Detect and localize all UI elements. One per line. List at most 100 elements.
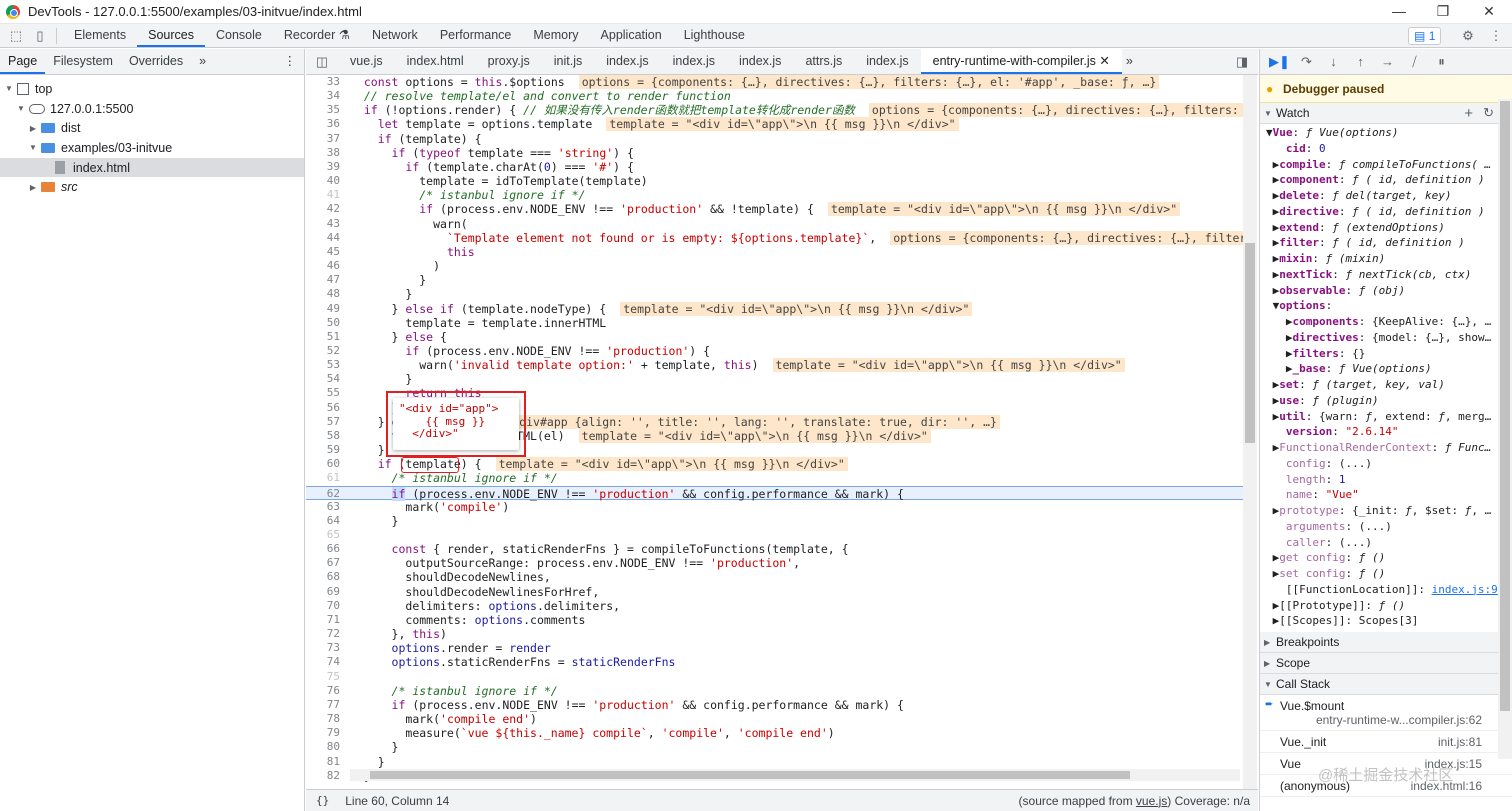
line-number[interactable]: 36 xyxy=(306,117,346,131)
code-line[interactable]: 69 shouldDecodeNewlinesForHref, xyxy=(306,585,1243,599)
line-number[interactable]: 40 xyxy=(306,174,346,188)
file-tab[interactable]: init.js xyxy=(542,49,594,74)
code-line[interactable]: 36 let template = options.template templa… xyxy=(306,117,1243,132)
watch-entry[interactable]: ▶[[Scopes]]: Scopes[3] xyxy=(1266,613,1512,629)
watch-entry[interactable]: length: 1 xyxy=(1266,472,1512,488)
line-number[interactable]: 56 xyxy=(306,401,346,415)
line-number[interactable]: 82 xyxy=(306,769,346,783)
watch-entry[interactable]: ▶filter: ƒ ( id, definition ) xyxy=(1266,235,1512,251)
more-options-icon[interactable]: ⋮ xyxy=(1486,26,1506,46)
line-number[interactable]: 78 xyxy=(306,712,346,726)
issues-badge[interactable]: ▤ 1 xyxy=(1408,27,1442,45)
watch-entry[interactable]: ▼Vue: ƒ Vue(options) xyxy=(1266,125,1512,141)
line-number[interactable]: 69 xyxy=(306,585,346,599)
code-line[interactable]: 66 const { render, staticRenderFns } = c… xyxy=(306,542,1243,556)
file-tab[interactable]: proxy.js xyxy=(476,49,542,74)
code-line[interactable]: 37 if (template) { xyxy=(306,132,1243,146)
line-number[interactable]: 33 xyxy=(306,75,346,89)
tab-sources[interactable]: Sources xyxy=(137,24,205,47)
tab-page[interactable]: Page xyxy=(0,49,46,74)
breakpoints-section-header[interactable]: ▶ Breakpoints xyxy=(1260,632,1512,653)
line-number[interactable]: 45 xyxy=(306,245,346,259)
code-line[interactable]: 34 // resolve template/el and convert to… xyxy=(306,89,1243,103)
line-number[interactable]: 77 xyxy=(306,698,346,712)
code-line[interactable]: 62 if (process.env.NODE_ENV !== 'product… xyxy=(306,485,1243,501)
editor-vertical-scrollbar[interactable] xyxy=(1243,75,1257,797)
code-line[interactable]: 44 `Template element not found or is emp… xyxy=(306,230,1243,245)
code-line[interactable]: 70 delimiters: options.delimiters, xyxy=(306,599,1243,613)
watch-entry[interactable]: version: "2.6.14" xyxy=(1266,424,1512,440)
scroll-thumb[interactable] xyxy=(370,771,1130,779)
code-line[interactable]: 68 shouldDecodeNewlines, xyxy=(306,570,1243,584)
close-tab-icon[interactable]: ✕ xyxy=(1099,54,1109,68)
line-number[interactable]: 51 xyxy=(306,330,346,344)
tab-network[interactable]: Network xyxy=(361,24,429,47)
code-line[interactable]: 46 ) xyxy=(306,259,1243,273)
line-number[interactable]: 62 xyxy=(306,487,346,500)
step-into-icon[interactable]: ↓ xyxy=(1320,54,1347,69)
line-number[interactable]: 58 xyxy=(306,429,346,443)
watch-entry[interactable]: ▶directive: ƒ ( id, definition ) xyxy=(1266,204,1512,220)
watch-tree[interactable]: ▼Vue: ƒ Vue(options) cid: 0 ▶compile: ƒ … xyxy=(1260,124,1512,629)
code-line[interactable]: 42 if (process.env.NODE_ENV !== 'product… xyxy=(306,202,1243,217)
watch-entry[interactable]: ▶extend: ƒ (extendOptions) xyxy=(1266,220,1512,236)
line-number[interactable]: 76 xyxy=(306,684,346,698)
tree-item-examples[interactable]: ▼ examples/03-initvue xyxy=(0,138,304,158)
tree-item-top[interactable]: ▼ top xyxy=(0,79,304,99)
watch-section-header[interactable]: ▼ Watch + ↻ xyxy=(1260,103,1512,124)
tree-item-index-html[interactable]: index.html xyxy=(0,157,304,178)
tree-item-dist[interactable]: ▶ dist xyxy=(0,118,304,138)
tab-application[interactable]: Application xyxy=(590,24,673,47)
line-number[interactable]: 35 xyxy=(306,103,346,117)
line-number[interactable]: 68 xyxy=(306,570,346,584)
line-number[interactable]: 75 xyxy=(306,670,346,684)
scope-section-header[interactable]: ▶ Scope xyxy=(1260,653,1512,674)
toggle-navigator-icon[interactable]: ◫ xyxy=(312,52,332,72)
line-number[interactable]: 66 xyxy=(306,542,346,556)
watch-entry[interactable]: ▶compile: ƒ compileToFunctions( … xyxy=(1266,157,1512,173)
watch-entry[interactable]: ▶component: ƒ ( id, definition ) xyxy=(1266,172,1512,188)
minimize-icon[interactable]: — xyxy=(1376,0,1422,24)
line-number[interactable]: 46 xyxy=(306,259,346,273)
code-line[interactable]: 74 options.staticRenderFns = staticRende… xyxy=(306,655,1243,669)
source-map-link[interactable]: vue.js xyxy=(1136,794,1167,808)
tab-console[interactable]: Console xyxy=(205,24,273,47)
code-line[interactable]: 77 if (process.env.NODE_ENV !== 'product… xyxy=(306,698,1243,712)
device-toolbar-icon[interactable]: ▯ xyxy=(30,26,50,46)
line-number[interactable]: 61 xyxy=(306,471,346,485)
code-line[interactable]: 41 /* istanbul ignore if */ xyxy=(306,188,1243,202)
step-out-icon[interactable]: ↑ xyxy=(1347,54,1374,69)
line-number[interactable]: 73 xyxy=(306,641,346,655)
call-frame-current[interactable]: ➨ Vue.$mount entry-runtime-w...compiler.… xyxy=(1260,695,1512,731)
code-line[interactable]: 76 /* istanbul ignore if */ xyxy=(306,684,1243,698)
code-line[interactable]: 64 } xyxy=(306,514,1243,528)
line-number[interactable]: 37 xyxy=(306,132,346,146)
code-line[interactable]: 33 const options = this.$options options … xyxy=(306,75,1243,89)
code-line[interactable]: 40 template = idToTemplate(template) xyxy=(306,174,1243,188)
code-line[interactable]: 72 }, this) xyxy=(306,627,1243,641)
line-number[interactable]: 60 xyxy=(306,457,346,471)
code-line[interactable]: 47 } xyxy=(306,273,1243,287)
tab-lighthouse[interactable]: Lighthouse xyxy=(673,24,756,47)
file-tab[interactable]: index.html xyxy=(395,49,476,74)
watch-entry[interactable]: ▶nextTick: ƒ nextTick(cb, ctx) xyxy=(1266,267,1512,283)
line-number[interactable]: 57 xyxy=(306,415,346,429)
pause-on-exceptions-icon[interactable]: ⏸ xyxy=(1428,54,1455,70)
watch-entry[interactable]: ▶set config: ƒ () xyxy=(1266,566,1512,582)
line-number[interactable]: 67 xyxy=(306,556,346,570)
code-line[interactable]: 65 xyxy=(306,528,1243,542)
line-number[interactable]: 54 xyxy=(306,372,346,386)
line-number[interactable]: 39 xyxy=(306,160,346,174)
line-number[interactable]: 55 xyxy=(306,386,346,400)
code-line[interactable]: 73 options.render = render xyxy=(306,641,1243,655)
line-number[interactable]: 47 xyxy=(306,273,346,287)
step-icon[interactable]: → xyxy=(1374,54,1401,69)
line-number[interactable]: 79 xyxy=(306,726,346,740)
editor-horizontal-scrollbar[interactable] xyxy=(350,769,1240,781)
watch-entry[interactable]: [[FunctionLocation]]: index.js:9 xyxy=(1266,582,1512,598)
line-number[interactable]: 50 xyxy=(306,316,346,330)
code-line[interactable]: 51 } else { xyxy=(306,330,1243,344)
watch-entry[interactable]: ▶util: {warn: ƒ, extend: ƒ, merg… xyxy=(1266,409,1512,425)
watch-entry[interactable]: ▶directives: {model: {…}, show… xyxy=(1266,330,1512,346)
code-line[interactable]: 67 outputSourceRange: process.env.NODE_E… xyxy=(306,556,1243,570)
